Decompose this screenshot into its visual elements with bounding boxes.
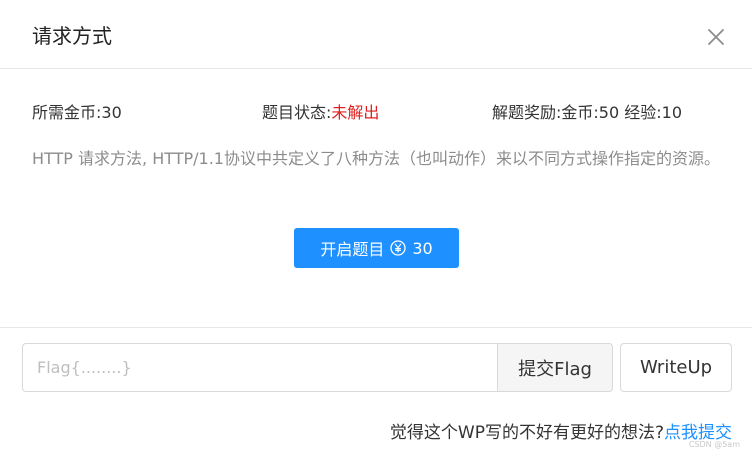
feedback-prompt: 觉得这个WP写的不好有更好的想法?点我提交 xyxy=(390,420,732,446)
challenge-status: 题目状态:未解出 xyxy=(262,101,379,125)
feedback-text: 觉得这个WP写的不好有更好的想法? xyxy=(389,423,664,443)
watermark: CSDN @5am xyxy=(688,440,740,449)
challenge-status-label: 题目状态: xyxy=(262,103,332,122)
required-coins-value: 30 xyxy=(101,103,122,122)
challenge-dialog: 请求方式 所需金币:30 题目状态:未解出 解题奖励:金币:50 经验:10 H… xyxy=(0,0,752,458)
dialog-title: 请求方式 xyxy=(32,24,112,48)
close-icon[interactable] xyxy=(704,25,728,49)
writeup-button[interactable]: WriteUp xyxy=(620,343,732,392)
challenge-description: HTTP 请求方法, HTTP/1.1协议中共定义了八种方法（也叫动作）来以不同… xyxy=(32,149,720,168)
footer-divider xyxy=(0,327,752,328)
start-challenge-label: 开启题目 xyxy=(320,240,385,259)
dialog-header: 请求方式 xyxy=(0,0,752,69)
solve-reward: 解题奖励:金币:50 经验:10 xyxy=(492,101,682,125)
challenge-status-value: 未解出 xyxy=(331,103,380,122)
required-coins: 所需金币:30 xyxy=(32,101,122,125)
required-coins-label: 所需金币: xyxy=(32,103,102,122)
solve-reward-label: 解题奖励: xyxy=(492,103,562,122)
start-challenge-button[interactable]: 开启题目 30 xyxy=(294,228,459,268)
start-challenge-cost: 30 xyxy=(412,238,433,258)
flag-input[interactable] xyxy=(22,343,498,392)
yen-coin-icon xyxy=(390,240,406,256)
submit-flag-button[interactable]: 提交Flag xyxy=(497,343,613,392)
solve-reward-value: 金币:50 经验:10 xyxy=(561,103,682,122)
